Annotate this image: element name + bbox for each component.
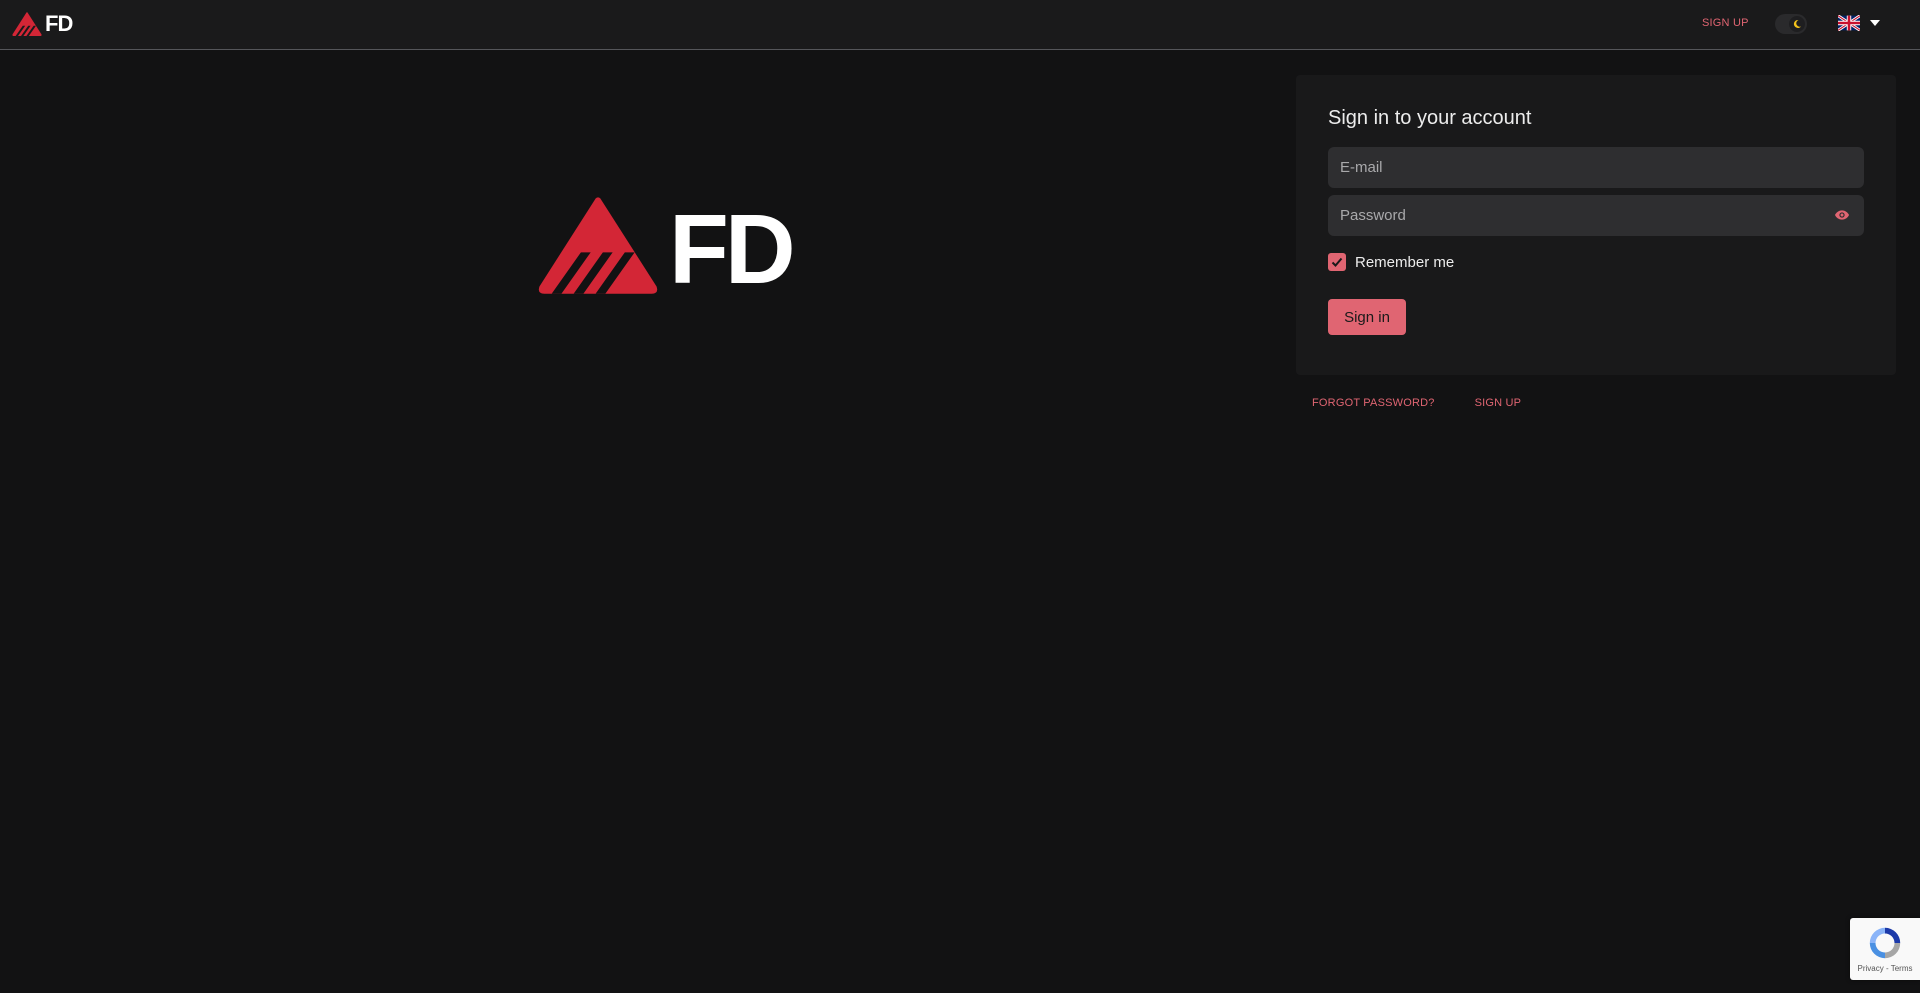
recaptcha-badge[interactable]: Privacy - Terms [1850, 918, 1920, 980]
theme-toggle[interactable] [1775, 14, 1807, 34]
signup-link[interactable]: SIGN UP [1475, 397, 1522, 409]
toggle-knob [1789, 16, 1805, 32]
fd-logo-icon [12, 12, 42, 36]
fd-logo-mark-icon [538, 197, 658, 294]
signin-button[interactable]: Sign in [1328, 299, 1406, 335]
email-field-container [1328, 147, 1864, 188]
email-input[interactable] [1328, 147, 1864, 188]
remember-checkbox[interactable] [1328, 253, 1346, 271]
hero-logo: FD [537, 194, 796, 304]
header-signup-link[interactable]: SIGN UP [1702, 17, 1749, 29]
moon-icon [1793, 19, 1801, 28]
checkmark-icon [1331, 257, 1343, 267]
brand-text: FD [45, 11, 73, 36]
auth-links: FORGOT PASSWORD? SIGN UP [1312, 397, 1521, 409]
chevron-down-icon [1870, 20, 1880, 26]
remember-me[interactable]: Remember me [1328, 253, 1454, 271]
brand-logo-link[interactable]: FD [12, 11, 73, 36]
password-field-container [1328, 195, 1864, 236]
recaptcha-icon [1869, 927, 1901, 959]
eye-icon[interactable] [1834, 207, 1850, 223]
recaptcha-links[interactable]: Privacy - Terms [1858, 964, 1913, 973]
signin-card: Sign in to your account Remember me Sign… [1296, 75, 1896, 375]
forgot-password-link[interactable]: FORGOT PASSWORD? [1312, 397, 1435, 409]
top-bar: FD SIGN UP [0, 0, 1920, 50]
language-selector[interactable] [1838, 15, 1880, 31]
remember-label: Remember me [1355, 253, 1455, 271]
signin-title: Sign in to your account [1328, 107, 1532, 129]
hero-brand-text: FD [669, 194, 796, 304]
uk-flag-icon [1838, 15, 1860, 31]
password-input[interactable] [1328, 195, 1864, 236]
